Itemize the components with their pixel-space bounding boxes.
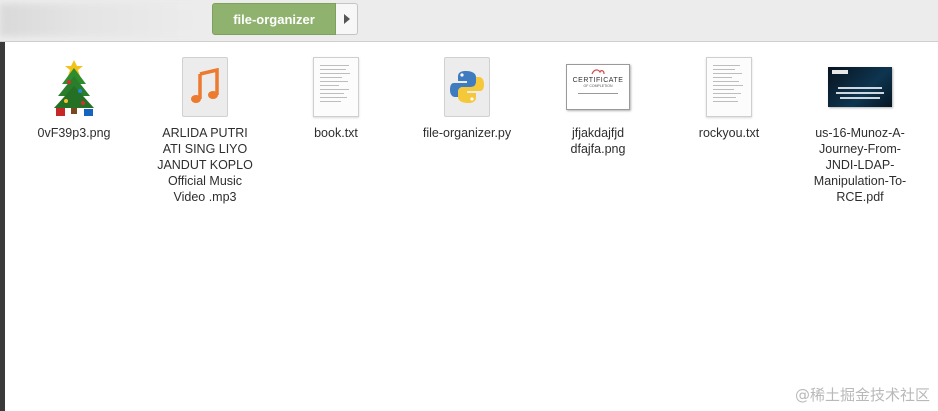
file-name: jfjakdajfjd dfajfa.png <box>570 126 626 156</box>
file-item[interactable]: ARLIDA PUTRI ATI SING LIYO JANDUT KOPLO … <box>155 52 255 205</box>
file-item[interactable]: us-16-Munoz-A-Journey-From-JNDI-LDAP-Man… <box>810 52 910 205</box>
file-item[interactable]: file-organizer.py <box>417 52 517 141</box>
music-note-icon <box>182 57 228 117</box>
window-left-edge <box>0 42 5 411</box>
chevron-right-icon <box>343 14 350 24</box>
file-name: ARLIDA PUTRI ATI SING LIYO JANDUT KOPLO … <box>157 126 253 204</box>
text-document-icon <box>313 57 359 117</box>
file-item[interactable]: 0vF39p3.png <box>24 52 124 141</box>
file-thumbnail <box>810 52 910 122</box>
path-forward-button[interactable] <box>336 3 358 35</box>
certificate-subtitle: OF COMPLETION <box>583 84 613 88</box>
file-thumbnail <box>24 52 124 122</box>
file-name: us-16-Munoz-A-Journey-From-JNDI-LDAP-Man… <box>813 126 907 204</box>
text-document-icon <box>706 57 752 117</box>
file-thumbnail <box>286 52 386 122</box>
file-name: file-organizer.py <box>422 126 512 140</box>
file-name: 0vF39p3.png <box>37 126 111 140</box>
breadcrumb-current-folder[interactable]: file-organizer <box>212 3 336 35</box>
python-icon <box>444 57 490 117</box>
file-name: rockyou.txt <box>698 126 760 140</box>
certificate-title: CERTIFICATE <box>572 77 624 84</box>
file-thumbnail <box>417 52 517 122</box>
certificate-thumbnail: CERTIFICATE OF COMPLETION <box>566 64 630 110</box>
file-thumbnail: CERTIFICATE OF COMPLETION <box>548 52 648 122</box>
blurred-path-segment <box>0 4 200 36</box>
pdf-thumbnail <box>828 67 892 107</box>
file-item[interactable]: CERTIFICATE OF COMPLETION jfjakdajfjd df… <box>548 52 648 157</box>
file-thumbnail <box>679 52 779 122</box>
watermark: @稀土掘金技术社区 <box>794 386 930 404</box>
file-name: book.txt <box>314 126 358 140</box>
christmas-tree-thumbnail <box>54 60 94 116</box>
file-item[interactable]: book.txt <box>286 52 386 141</box>
breadcrumb-label: file-organizer <box>233 11 315 27</box>
file-thumbnail <box>155 52 255 122</box>
file-item[interactable]: rockyou.txt <box>679 52 779 141</box>
path-bar: file-organizer <box>0 0 938 42</box>
